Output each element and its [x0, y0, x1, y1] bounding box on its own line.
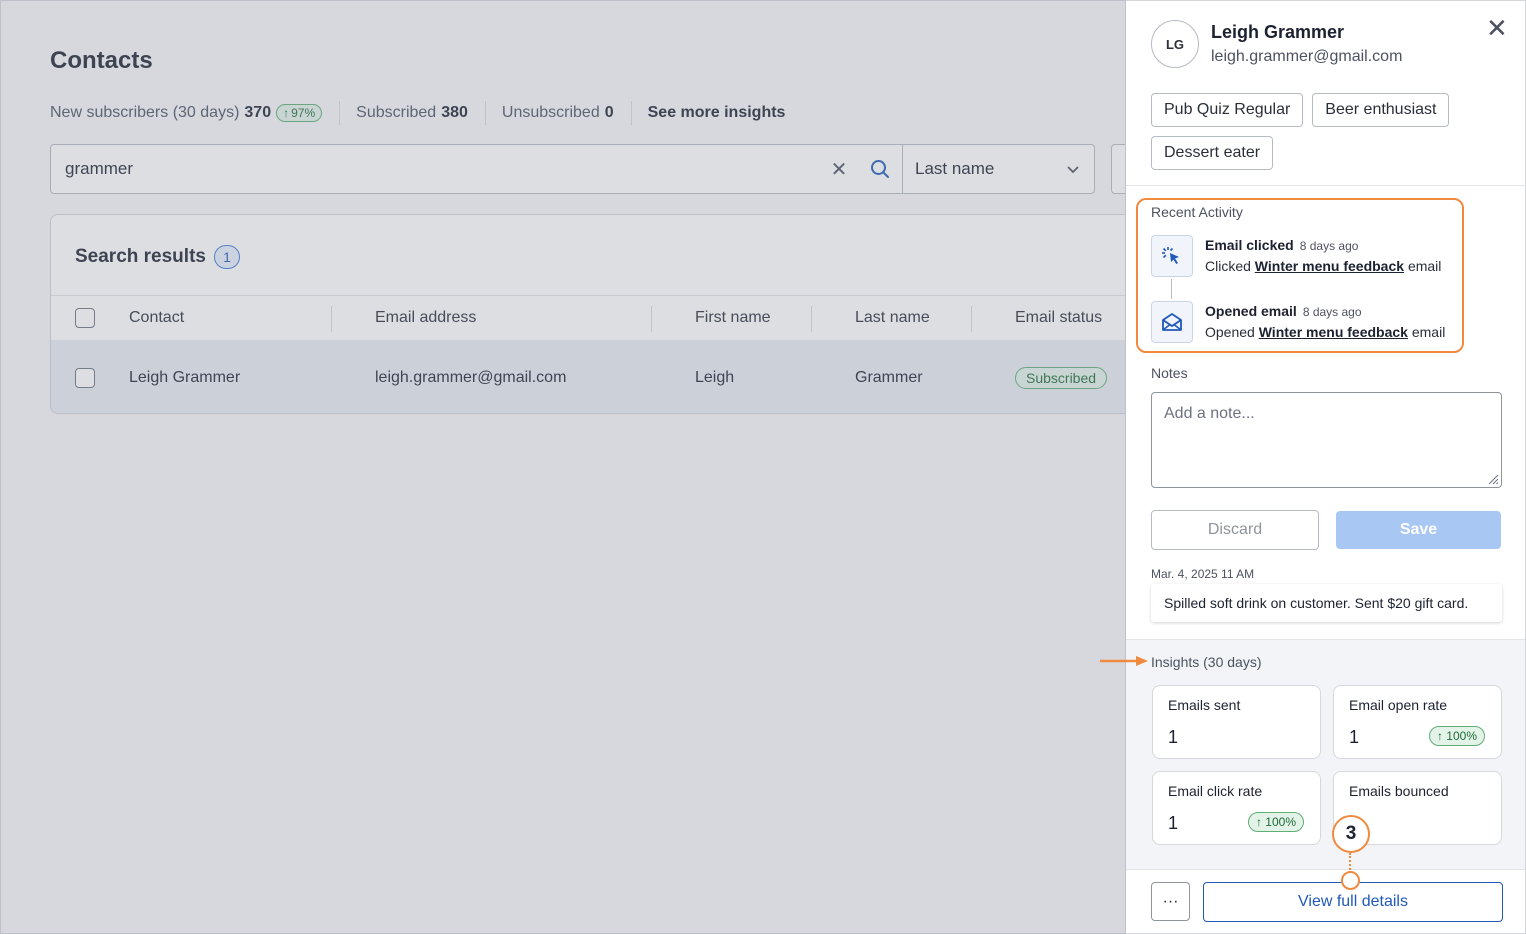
note-placeholder: Add a note... [1164, 405, 1255, 422]
status-badge: Subscribed [1015, 366, 1108, 389]
divider [1126, 185, 1526, 186]
note-textarea[interactable]: Add a note... [1151, 392, 1502, 488]
column-header[interactable]: Last name [855, 296, 930, 340]
table-row[interactable]: Leigh Grammer leigh.grammer@gmail.com Le… [51, 340, 1125, 413]
annotation-arrow-icon [1100, 656, 1148, 666]
contact-cell[interactable]: Leigh Grammer [129, 340, 240, 413]
note-entry: Spilled soft drink on customer. Sent $20… [1151, 584, 1502, 622]
activity-title: Opened email 8 days ago [1205, 303, 1362, 319]
contact-name: Leigh Grammer [1211, 22, 1345, 42]
arrow-up-icon: ↑ [1255, 815, 1262, 829]
save-button[interactable]: Save [1336, 511, 1501, 549]
stats-bar: New subscribers (30 days) 370 ↑ 97% Subs… [50, 101, 818, 125]
activity-time: 8 days ago [1302, 305, 1362, 319]
metric-label: Email click rate [1168, 783, 1263, 799]
search-results-card: Search results 1 Contact Email address F… [50, 214, 1125, 414]
results-title: Search results 1 [75, 245, 240, 269]
campaign-link[interactable]: Winter menu feedback [1259, 324, 1408, 340]
stat-subscribed: Subscribed 380 [356, 101, 486, 125]
last-name-cell: Grammer [855, 368, 923, 386]
select-all-checkbox[interactable] [75, 296, 95, 340]
column-header[interactable]: First name [695, 296, 771, 340]
row-checkbox[interactable] [75, 340, 95, 413]
recent-activity-label: Recent Activity [1151, 204, 1243, 220]
metric-label: Email open rate [1349, 697, 1448, 713]
column-header[interactable]: Email status [1015, 296, 1102, 340]
more-options-button[interactable]: ··· [1151, 882, 1190, 921]
stat-value: 380 [441, 104, 468, 121]
clear-icon[interactable]: ✕ [820, 157, 858, 182]
metric-label: Emails bounced [1349, 783, 1449, 799]
activity-time: 8 days ago [1299, 239, 1359, 253]
arrow-up-icon: ↑ [1436, 729, 1443, 743]
metric-card-click-rate: Email click rate 1 ↑ 100% [1152, 771, 1321, 845]
step-connector [1349, 853, 1352, 873]
column-header[interactable]: Email address [375, 296, 476, 340]
stat-value: 0 [604, 104, 614, 121]
tag[interactable]: Dessert eater [1151, 136, 1274, 170]
page-title: Contacts [50, 47, 153, 74]
search-icon[interactable] [858, 159, 902, 179]
step-number-badge: 3 [1332, 815, 1370, 853]
note-timestamp: Mar. 4, 2025 11 AM [1151, 567, 1255, 581]
see-more-insights-link[interactable]: See more insights [648, 101, 803, 125]
stat-unsubscribed: Unsubscribed 0 [502, 101, 632, 125]
search-field-select[interactable]: Last name [902, 145, 1094, 193]
metric-card-emails-sent: Emails sent 1 [1152, 685, 1321, 759]
stat-label: Unsubscribed [501, 104, 600, 121]
column-header[interactable]: Contact [129, 296, 184, 340]
stat-label: New subscribers (30 days) [50, 104, 240, 121]
tag[interactable]: Beer enthusiast [1312, 93, 1450, 127]
email-status-cell: Subscribed [1015, 340, 1108, 413]
secondary-filter[interactable] [1111, 144, 1125, 194]
stat-change-badge: ↑ 97% [276, 104, 323, 122]
stat-label: Subscribed [356, 104, 437, 121]
contact-email: leigh.grammer@gmail.com [1211, 48, 1403, 65]
arrow-up-icon: ↑ [283, 106, 290, 120]
timeline-connector [1171, 279, 1172, 299]
activity-description: Clicked Winter menu feedback email [1205, 258, 1442, 274]
resize-handle-icon[interactable] [1487, 473, 1499, 485]
campaign-link[interactable]: Winter menu feedback [1255, 258, 1404, 274]
stat-new-subscribers: New subscribers (30 days) 370 ↑ 97% [50, 101, 341, 125]
notes-label: Notes [1151, 365, 1188, 381]
activity-description: Opened Winter menu feedback email [1205, 324, 1446, 340]
metric-value: 1 [1168, 813, 1179, 833]
contacts-page: Contacts New subscribers (30 days) 370 ↑… [0, 0, 1126, 934]
metric-label: Emails sent [1168, 697, 1241, 713]
activity-title: Email clicked 8 days ago [1205, 237, 1359, 253]
chevron-down-icon [1067, 166, 1079, 174]
stat-value: 370 [244, 104, 272, 121]
close-icon[interactable]: ✕ [1486, 15, 1508, 41]
search-bar: grammer ✕ Last name [50, 144, 1095, 194]
envelope-open-icon [1151, 301, 1193, 343]
results-count-badge: 1 [213, 245, 240, 269]
contact-detail-panel: LG Leigh Grammer leigh.grammer@gmail.com… [1126, 0, 1526, 934]
insights-label: Insights (30 days) [1151, 654, 1262, 670]
metric-value: 1 [1349, 727, 1360, 747]
metric-change-badge: ↑ 100% [1428, 726, 1485, 746]
tag[interactable]: Pub Quiz Regular [1151, 93, 1304, 127]
metric-change-badge: ↑ 100% [1247, 812, 1304, 832]
tag-list: Pub Quiz Regular Beer enthusiast Dessert… [1151, 93, 1491, 170]
table-header: Contact Email address First name Last na… [51, 295, 1125, 340]
metric-value: 1 [1168, 727, 1179, 747]
email-cell: leigh.grammer@gmail.com [375, 368, 567, 386]
metric-card-open-rate: Email open rate 1 ↑ 100% [1333, 685, 1502, 759]
discard-button[interactable]: Discard [1151, 510, 1319, 550]
cursor-click-icon [1151, 235, 1193, 277]
avatar: LG [1151, 20, 1199, 68]
divider [1126, 869, 1525, 870]
search-input[interactable]: grammer [51, 159, 820, 179]
step-target-marker [1341, 871, 1360, 890]
first-name-cell: Leigh [695, 368, 735, 386]
